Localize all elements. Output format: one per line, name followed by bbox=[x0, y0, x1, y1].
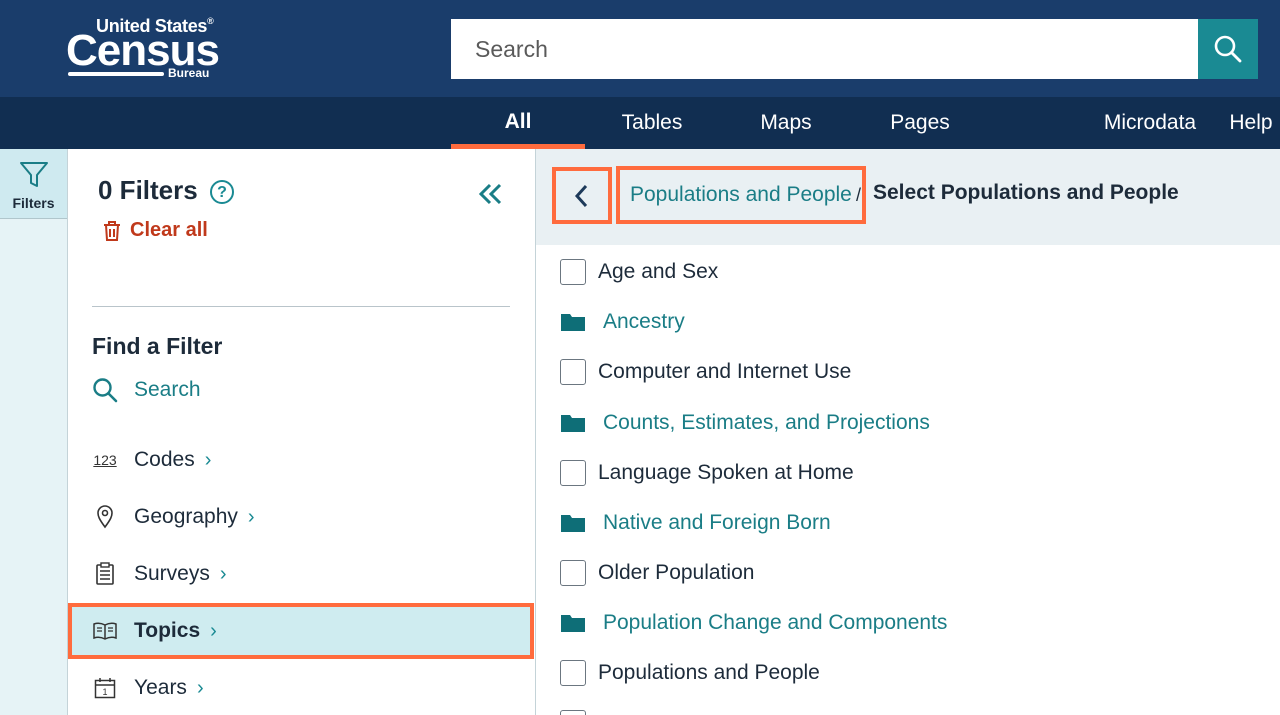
clipboard-icon bbox=[96, 562, 114, 585]
filter-item-label: Surveys bbox=[134, 562, 210, 585]
find-filter-search[interactable]: Search bbox=[92, 377, 201, 403]
search-icon bbox=[1214, 35, 1242, 63]
help-icon[interactable]: ? bbox=[210, 180, 234, 204]
trash-icon bbox=[104, 220, 120, 241]
tab-microdata[interactable]: Microdata bbox=[1090, 97, 1210, 149]
option-native-and-foreign-born[interactable]: Native and Foreign Born bbox=[560, 505, 831, 541]
breadcrumb-separator: / bbox=[856, 185, 862, 205]
calendar-icon: 1 bbox=[94, 678, 116, 699]
chevron-left-icon bbox=[574, 184, 588, 207]
option-partially-visible[interactable] bbox=[560, 705, 598, 715]
chevron-right-icon: › bbox=[247, 505, 255, 528]
census-logo[interactable]: United States® Census Bureau bbox=[66, 16, 226, 82]
option-label: Populations and People bbox=[598, 661, 820, 684]
option-populations-and-people[interactable]: Populations and People bbox=[560, 655, 820, 691]
option-older-population[interactable]: Older Population bbox=[560, 555, 754, 591]
option-label: Computer and Internet Use bbox=[598, 360, 852, 383]
filter-item-label: Topics bbox=[134, 619, 201, 642]
tab-help[interactable]: Help bbox=[1222, 97, 1280, 149]
folder-icon bbox=[561, 314, 585, 331]
filters-toggle-button[interactable]: Filters bbox=[0, 149, 67, 219]
filters-count-title: 0 Filters bbox=[98, 175, 198, 205]
folder-icon bbox=[561, 515, 585, 532]
filter-panel: 0 Filters ? Clear all Find a Filter Sear… bbox=[68, 149, 536, 715]
panel-divider bbox=[92, 306, 510, 307]
svg-text:1: 1 bbox=[102, 687, 107, 697]
filter-item-label: Codes bbox=[134, 448, 195, 471]
option-label: Population Change and Components bbox=[603, 611, 948, 634]
result-type-tabs: All Tables Maps Pages Microdata Help bbox=[0, 97, 1280, 149]
checkbox[interactable] bbox=[560, 359, 586, 385]
funnel-icon bbox=[20, 162, 48, 187]
filter-item-codes[interactable]: 123 Codes › bbox=[68, 432, 534, 488]
collapse-panel-button[interactable] bbox=[476, 179, 506, 209]
tab-maps[interactable]: Maps bbox=[719, 97, 853, 149]
filters-rail-label: Filters bbox=[12, 195, 55, 211]
back-button[interactable] bbox=[552, 167, 612, 224]
clear-all-label: Clear all bbox=[130, 219, 208, 241]
option-computer-and-internet-use[interactable]: Computer and Internet Use bbox=[560, 354, 851, 390]
option-age-and-sex[interactable]: Age and Sex bbox=[560, 254, 718, 290]
checkbox[interactable] bbox=[560, 460, 586, 486]
site-header: United States® Census Bureau bbox=[0, 0, 1280, 97]
double-chevron-left-icon bbox=[478, 183, 502, 205]
tab-pages[interactable]: Pages bbox=[853, 97, 987, 149]
tab-all[interactable]: All bbox=[451, 97, 585, 149]
left-rail: Filters bbox=[0, 149, 68, 715]
option-language-spoken-at-home[interactable]: Language Spoken at Home bbox=[560, 455, 854, 491]
chevron-right-icon: › bbox=[196, 676, 204, 699]
chevron-right-icon: › bbox=[210, 619, 217, 642]
filter-item-label: Years bbox=[134, 676, 187, 699]
breadcrumb: Populations and People / Select Populati… bbox=[536, 149, 1280, 245]
filter-item-years[interactable]: 1 Years › bbox=[68, 660, 534, 715]
option-label: Ancestry bbox=[603, 310, 685, 333]
topic-browser: Populations and People / Select Populati… bbox=[536, 149, 1280, 715]
tab-tables[interactable]: Tables bbox=[585, 97, 719, 149]
breadcrumb-current: Select Populations and People bbox=[873, 181, 1179, 204]
find-a-filter-heading: Find a Filter bbox=[92, 333, 223, 359]
clear-all-button[interactable]: Clear all bbox=[102, 219, 208, 242]
checkbox[interactable] bbox=[560, 710, 586, 715]
option-label: Native and Foreign Born bbox=[603, 511, 831, 534]
search-input[interactable] bbox=[451, 19, 1198, 79]
option-population-change-and-components[interactable]: Population Change and Components bbox=[560, 605, 947, 641]
option-counts-estimates-projections[interactable]: Counts, Estimates, and Projections bbox=[560, 405, 930, 441]
option-label: Language Spoken at Home bbox=[598, 461, 854, 484]
option-label: Age and Sex bbox=[598, 260, 719, 283]
filter-item-geography[interactable]: Geography › bbox=[68, 489, 534, 545]
folder-icon bbox=[561, 615, 585, 632]
book-icon bbox=[93, 622, 117, 640]
map-pin-icon bbox=[97, 505, 113, 529]
filter-item-label: Geography bbox=[134, 505, 238, 528]
search-icon bbox=[93, 378, 118, 403]
breadcrumb-link[interactable]: Populations and People bbox=[616, 166, 866, 224]
filter-item-topics[interactable]: Topics › bbox=[68, 603, 534, 659]
folder-icon bbox=[561, 415, 585, 432]
logo-bureau: Bureau bbox=[168, 66, 210, 80]
filter-item-surveys[interactable]: Surveys › bbox=[68, 546, 534, 602]
logo-underline bbox=[68, 72, 164, 76]
option-label: Older Population bbox=[598, 561, 755, 584]
checkbox[interactable] bbox=[560, 560, 586, 586]
checkbox[interactable] bbox=[560, 660, 586, 686]
search-button[interactable] bbox=[1198, 19, 1258, 79]
chevron-right-icon: › bbox=[204, 448, 212, 471]
option-label: Counts, Estimates, and Projections bbox=[603, 411, 930, 434]
option-ancestry[interactable]: Ancestry bbox=[560, 304, 685, 340]
find-search-label: Search bbox=[134, 378, 201, 401]
codes-icon: 123 bbox=[93, 452, 117, 468]
chevron-right-icon: › bbox=[219, 562, 227, 585]
checkbox[interactable] bbox=[560, 259, 586, 285]
